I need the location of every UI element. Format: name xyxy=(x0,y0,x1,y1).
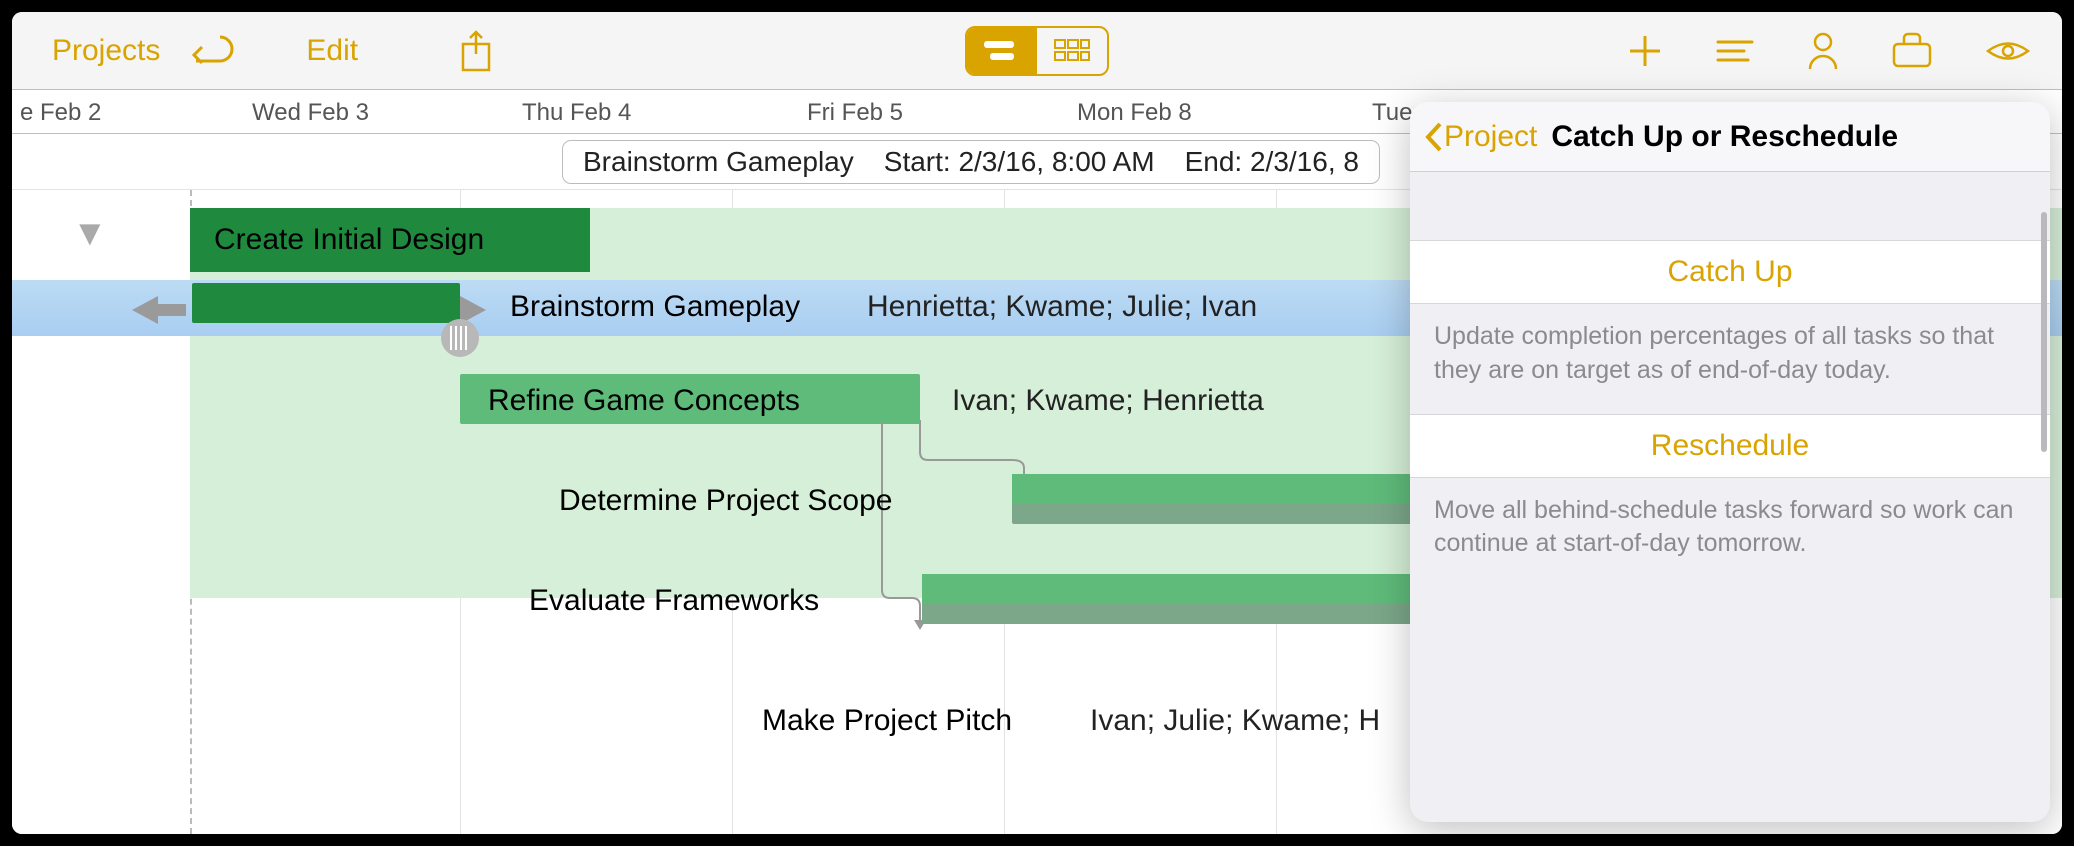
edit-button[interactable]: Edit xyxy=(306,34,358,68)
task-label: Make Project Pitch xyxy=(762,704,1012,738)
popover-arrow xyxy=(1926,102,1962,106)
share-icon[interactable] xyxy=(458,28,494,74)
date-label: Thu Feb 4 xyxy=(522,99,631,127)
eye-icon[interactable] xyxy=(1984,36,2032,66)
grid-view-segment[interactable] xyxy=(1037,28,1107,74)
task-bar[interactable] xyxy=(192,283,460,323)
task-assignees: Henrietta; Kwame; Julie; Ivan xyxy=(867,290,1257,324)
view-segmented-control[interactable] xyxy=(965,26,1109,76)
task-assignees: Ivan; Julie; Kwame; H xyxy=(1090,704,1380,738)
info-end: End: 2/3/16, 8 xyxy=(1185,146,1359,178)
disclosure-triangle-icon[interactable]: ▼ xyxy=(72,212,108,254)
levels-icon[interactable] xyxy=(1714,34,1756,68)
person-icon[interactable] xyxy=(1806,31,1840,71)
info-start: Start: 2/3/16, 8:00 AM xyxy=(884,146,1155,178)
task-bar[interactable] xyxy=(1012,474,1432,524)
date-label: Wed Feb 3 xyxy=(252,99,369,127)
undo-icon[interactable] xyxy=(190,33,236,69)
task-info-capsule[interactable]: Brainstorm Gameplay Start: 2/3/16, 8:00 … xyxy=(562,140,1380,184)
catch-up-description: Update completion percentages of all tas… xyxy=(1410,304,2050,414)
date-label: e Feb 2 xyxy=(20,99,101,127)
completion-knob-icon[interactable] xyxy=(438,316,482,360)
date-label: Fri Feb 5 xyxy=(807,99,903,127)
briefcase-icon[interactable] xyxy=(1890,32,1934,70)
add-icon[interactable] xyxy=(1626,32,1664,70)
projects-button[interactable]: Projects xyxy=(52,34,160,68)
task-label: Determine Project Scope xyxy=(559,484,893,518)
scroll-indicator[interactable] xyxy=(2041,212,2047,452)
task-assignees: Ivan; Kwame; Henrietta xyxy=(952,384,1264,418)
task-label: Brainstorm Gameplay xyxy=(510,290,800,324)
back-label: Project xyxy=(1444,120,1537,154)
app-window: Projects Edit xyxy=(12,12,2062,834)
date-label: Tue xyxy=(1372,99,1412,127)
catch-up-popover: Project Catch Up or Reschedule Catch Up … xyxy=(1410,102,2050,822)
reschedule-description: Move all behind-schedule tasks forward s… xyxy=(1410,478,2050,588)
group-bar[interactable]: Create Initial Design xyxy=(190,208,590,272)
task-bar[interactable] xyxy=(922,574,1432,624)
task-label: Refine Game Concepts xyxy=(488,384,800,418)
popover-header: Project Catch Up or Reschedule xyxy=(1410,102,2050,172)
group-label: Create Initial Design xyxy=(214,223,484,257)
toolbar: Projects Edit xyxy=(12,12,2062,90)
info-task-name: Brainstorm Gameplay xyxy=(583,146,854,178)
popover-title: Catch Up or Reschedule xyxy=(1551,120,1898,154)
catch-up-button[interactable]: Catch Up xyxy=(1410,240,2050,304)
gantt-view-segment[interactable] xyxy=(967,28,1037,74)
date-label: Mon Feb 8 xyxy=(1077,99,1192,127)
reschedule-button[interactable]: Reschedule xyxy=(1410,414,2050,478)
back-button[interactable]: Project xyxy=(1422,120,1537,154)
chevron-left-icon xyxy=(1422,120,1444,154)
task-label: Evaluate Frameworks xyxy=(529,584,819,618)
